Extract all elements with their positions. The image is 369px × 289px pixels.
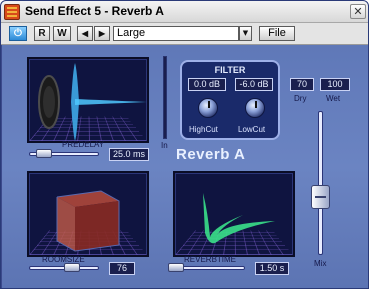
room-cube-graphic: [56, 190, 120, 252]
reverbtime-label: REVERBTIME: [184, 255, 237, 264]
write-automation-button[interactable]: W: [53, 26, 71, 41]
mix-label: Mix: [314, 259, 327, 268]
app-icon: [4, 4, 20, 20]
mix-fader[interactable]: [318, 111, 323, 255]
close-button[interactable]: ✕: [350, 4, 366, 19]
previous-preset-button[interactable]: ◀: [77, 26, 93, 41]
dry-value[interactable]: 70: [290, 78, 314, 91]
power-button[interactable]: ⏻: [9, 26, 27, 41]
highcut-value[interactable]: 0.0 dB: [188, 78, 226, 91]
roomsize-value[interactable]: 76: [109, 262, 135, 275]
chevron-down-icon[interactable]: ▼: [239, 26, 252, 41]
filter-section: FILTER 0.0 dB -6.0 dB HighCut LowCut: [180, 60, 280, 140]
highcut-knob[interactable]: [198, 98, 218, 118]
roomsize-slider-thumb[interactable]: [64, 263, 80, 272]
roomsize-display: [27, 171, 149, 257]
dry-label: Dry: [294, 94, 307, 103]
input-label: In: [161, 141, 168, 150]
predelay-slider-thumb[interactable]: [36, 149, 52, 158]
toolbar: ⏻ R W ◀ ▶ Large ▼ File: [1, 23, 368, 45]
next-preset-button[interactable]: ▶: [94, 26, 110, 41]
reverbtime-display: [173, 171, 295, 257]
preset-select[interactable]: Large: [113, 26, 239, 41]
mix-fader-thumb[interactable]: [311, 185, 330, 209]
read-automation-button[interactable]: R: [34, 26, 50, 41]
reverbtime-slider[interactable]: [175, 266, 245, 270]
highcut-label: HighCut: [189, 125, 218, 134]
plugin-logo: Reverb A: [176, 146, 246, 163]
effect-panel: PREDELAY 25.0 ms In FILTER 0.0 dB -6.0 d…: [2, 45, 368, 288]
wet-label: Wet: [326, 94, 341, 103]
lowcut-value[interactable]: -6.0 dB: [235, 78, 273, 91]
roomsize-label: ROOMSIZE: [42, 255, 85, 264]
predelay-label: PREDELAY: [62, 140, 105, 149]
filter-title: FILTER: [214, 65, 246, 75]
plugin-window: Send Effect 5 - Reverb A ✕ ⏻ R W ◀ ▶ Lar…: [0, 0, 369, 289]
predelay-value[interactable]: 25.0 ms: [109, 148, 149, 161]
reverbtime-value[interactable]: 1.50 s: [255, 262, 289, 275]
window-title: Send Effect 5 - Reverb A: [25, 4, 164, 18]
speaker-graphic: [38, 63, 147, 141]
reverbtime-slider-thumb[interactable]: [168, 263, 184, 272]
decay-graphic: [203, 193, 275, 244]
predelay-display: [27, 57, 149, 143]
lowcut-label: LowCut: [238, 125, 266, 134]
lowcut-knob[interactable]: [245, 98, 265, 118]
file-button[interactable]: File: [259, 26, 295, 41]
wet-value[interactable]: 100: [320, 78, 350, 91]
title-bar[interactable]: Send Effect 5 - Reverb A ✕: [1, 1, 368, 23]
input-meter: [163, 56, 167, 139]
